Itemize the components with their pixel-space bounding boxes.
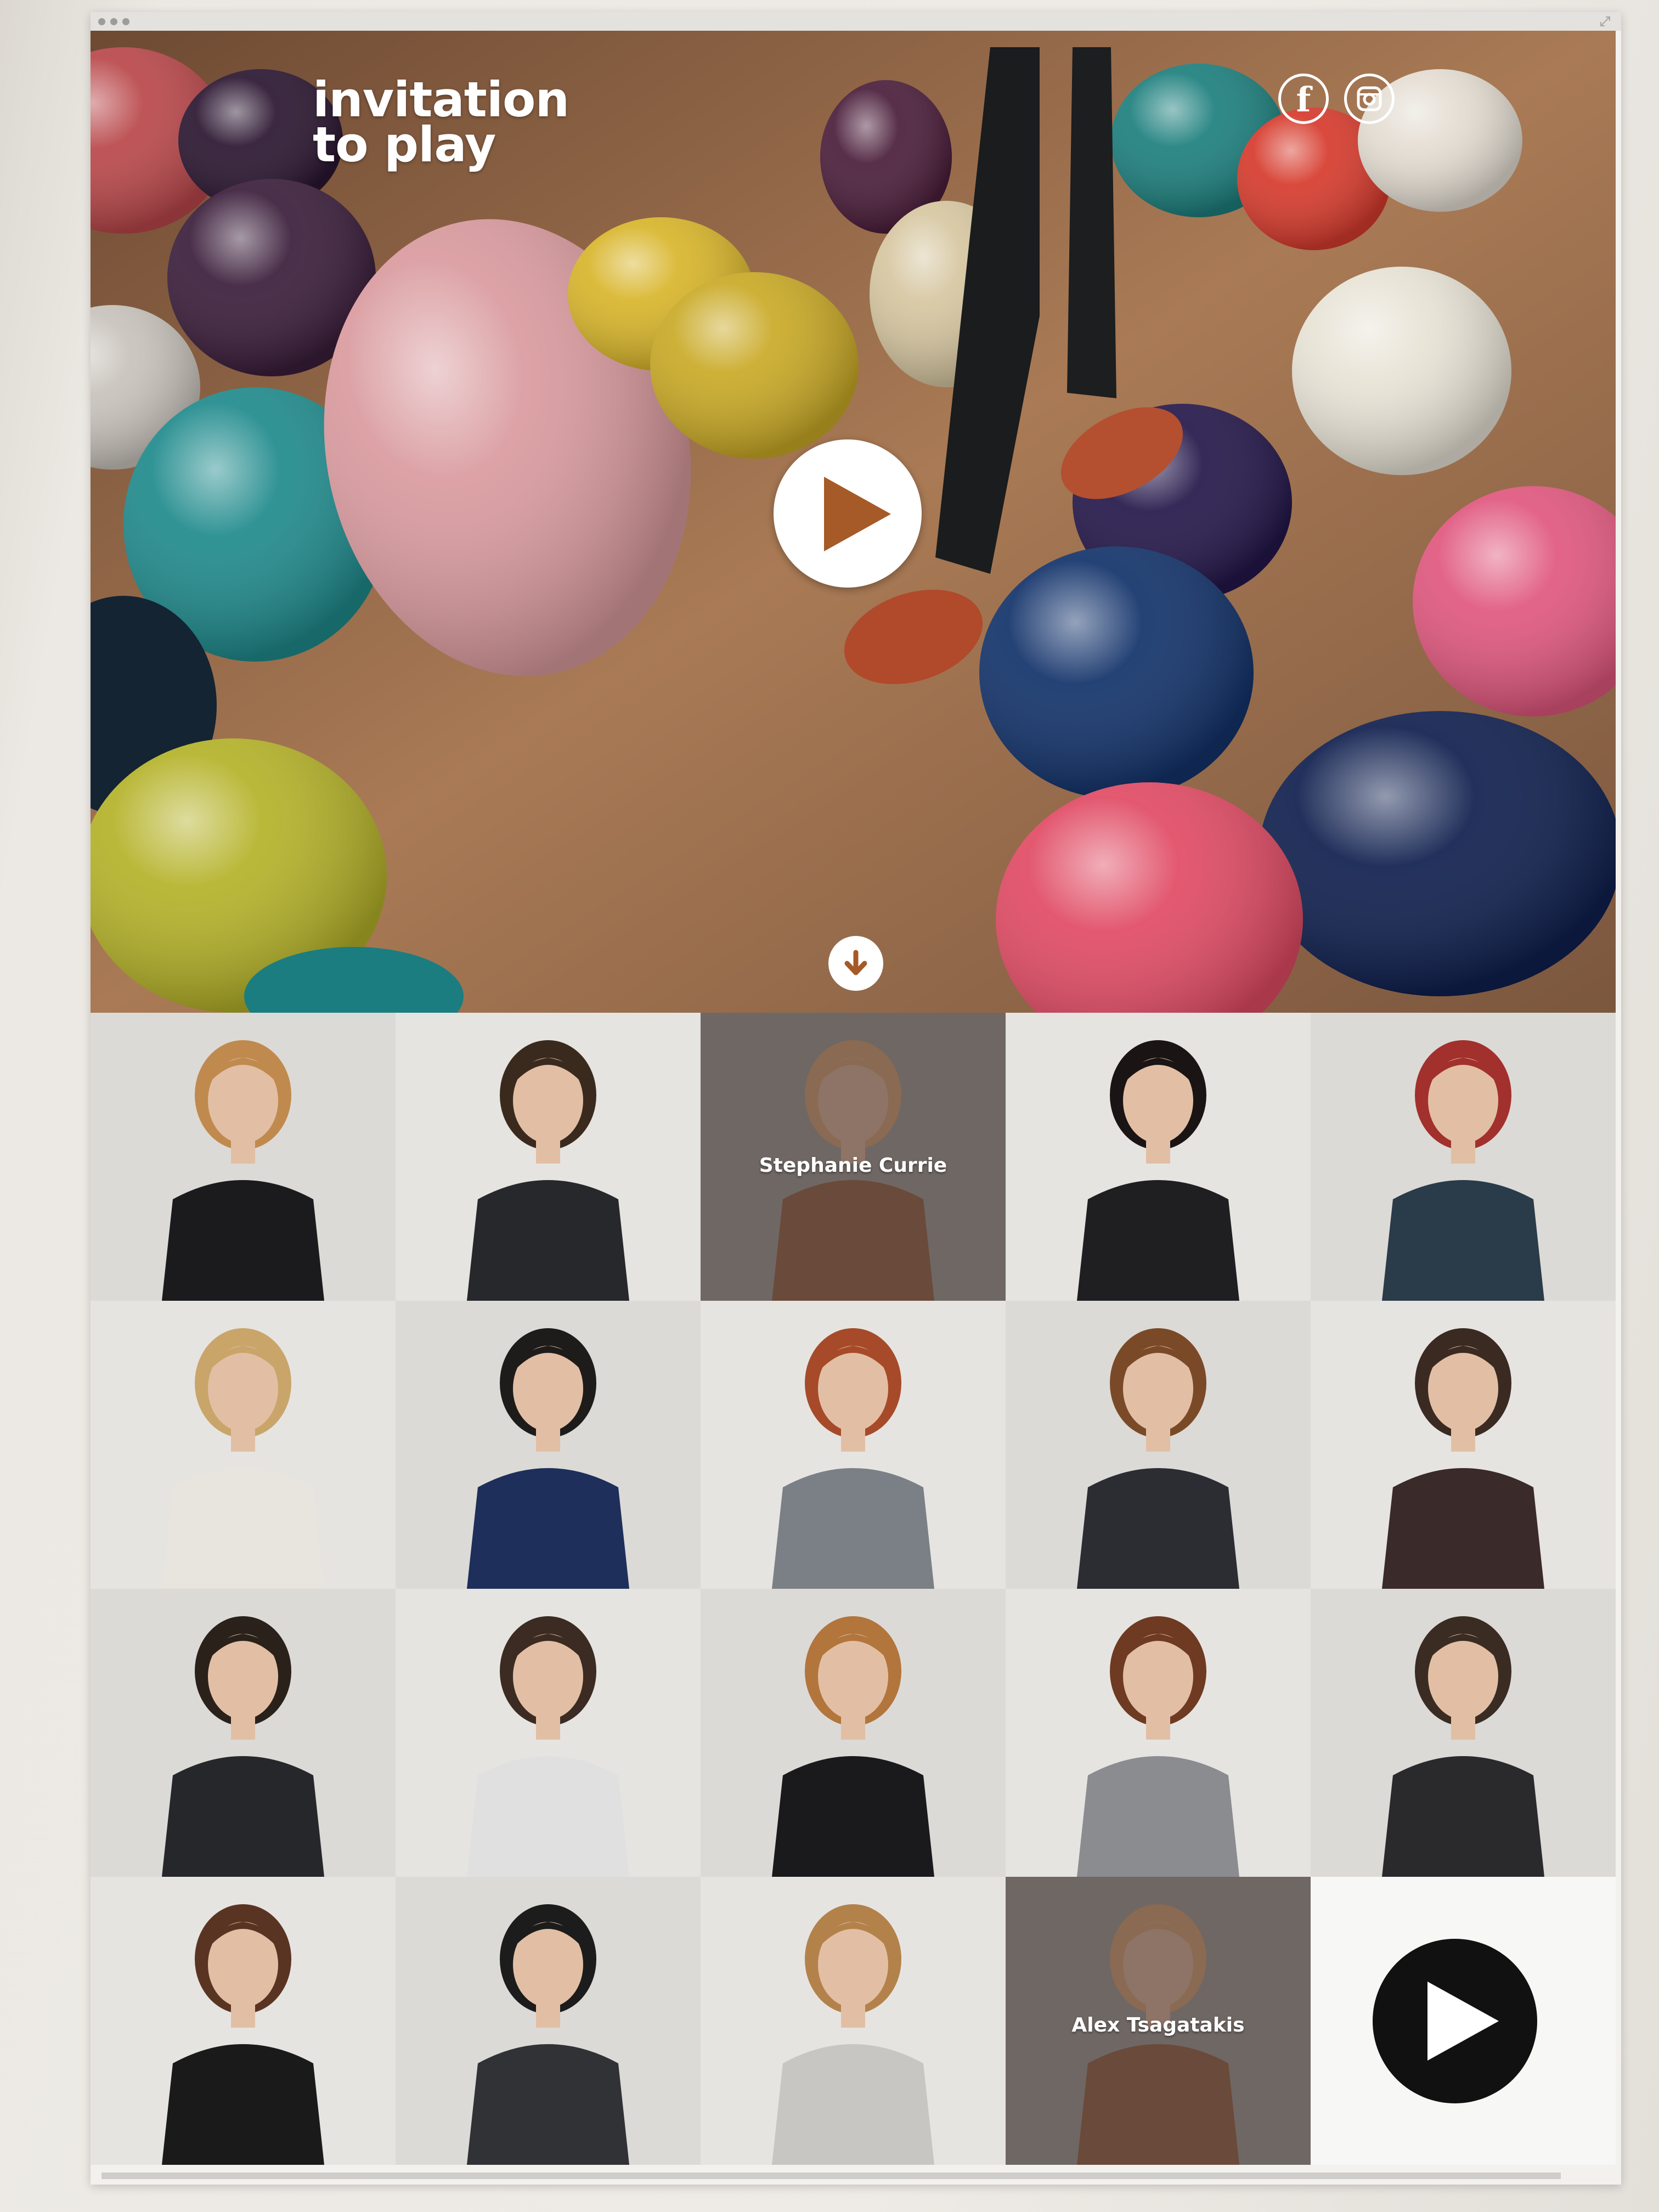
portrait-name-label: Alex Tsagatakis [1071,2014,1245,2036]
portrait-photo [396,1301,701,1589]
play-all-tile[interactable] [1311,1877,1616,2165]
portrait-photo [1006,1589,1311,1877]
portrait-photo [701,1589,1006,1877]
portrait-tile[interactable] [1006,1589,1311,1877]
facebook-icon[interactable]: f [1278,74,1329,124]
hero-video-banner[interactable]: invitation to play f [91,31,1616,1013]
portrait-tile[interactable] [701,1877,1006,2165]
portrait-tile[interactable] [91,1301,396,1589]
instagram-icon[interactable] [1344,74,1395,124]
hero-title-line2: to play [313,116,496,173]
portrait-tile[interactable] [91,1877,396,2165]
portrait-tile[interactable] [1311,1013,1616,1301]
portrait-tile[interactable] [91,1589,396,1877]
portrait-photo [1311,1013,1616,1301]
portrait-tile[interactable] [1006,1013,1311,1301]
portrait-photo [396,1013,701,1301]
portrait-tile[interactable] [701,1589,1006,1877]
portrait-photo [396,1589,701,1877]
portrait-photo [1311,1589,1616,1877]
play-icon[interactable] [1373,1939,1537,2103]
arrow-down-icon [844,950,867,975]
portrait-tile[interactable] [396,1589,701,1877]
portrait-photo [1006,1013,1311,1301]
window-maximize-dot[interactable] [122,18,129,25]
browser-window: invitation to play f Stephanie Currie Ale… [91,12,1621,2185]
window-minimize-dot[interactable] [110,18,117,25]
portrait-photo [701,1877,1006,2165]
portrait-name-label: Stephanie Currie [759,1154,947,1177]
portrait-photo [91,1877,396,2165]
facebook-glyph: f [1296,80,1311,120]
hero-play-button[interactable] [774,439,922,588]
portrait-tile[interactable] [396,1301,701,1589]
portrait-grid: Stephanie Currie Alex Tsagatakis [91,1013,1616,2165]
portrait-tile[interactable] [1006,1301,1311,1589]
portrait-tile[interactable] [91,1013,396,1301]
fullscreen-icon[interactable] [1599,15,1611,27]
portrait-photo [701,1301,1006,1589]
portrait-photo [91,1589,396,1877]
portrait-tile[interactable] [396,1877,701,2165]
portrait-photo [1311,1301,1616,1589]
portrait-tile[interactable] [1311,1301,1616,1589]
page-bottom-edge [101,2172,1561,2179]
camera-icon [1357,86,1382,111]
portrait-photo [1006,1301,1311,1589]
portrait-tile[interactable]: Alex Tsagatakis [1006,1877,1311,2165]
portrait-tile[interactable] [1311,1589,1616,1877]
portrait-tile[interactable] [701,1301,1006,1589]
hero-title: invitation to play [313,71,569,173]
portrait-photo [396,1877,701,2165]
portrait-photo [91,1301,396,1589]
portrait-photo [91,1013,396,1301]
hero-title-line1: invitation [313,71,569,128]
window-titlebar [91,12,1621,31]
scroll-down-button[interactable] [828,936,883,991]
window-close-dot[interactable] [98,18,105,25]
portrait-tile[interactable] [396,1013,701,1301]
portrait-tile[interactable]: Stephanie Currie [701,1013,1006,1301]
